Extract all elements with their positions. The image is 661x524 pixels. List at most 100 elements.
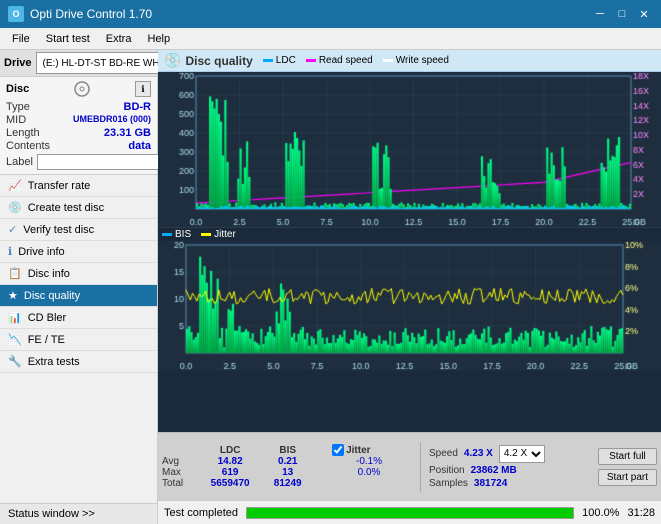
time-text: 31:28 <box>627 507 655 519</box>
max-ldc: 619 <box>197 467 263 478</box>
label-input[interactable] <box>37 154 171 170</box>
total-ldc: 5659470 <box>197 478 263 489</box>
maximize-button[interactable]: □ <box>613 5 631 23</box>
status-window-toggle[interactable]: Status window >> <box>0 503 157 524</box>
avg-ldc: 14.82 <box>197 456 263 467</box>
cd-bler-icon: 📊 <box>8 311 22 324</box>
status-window-label: Status window >> <box>8 508 95 520</box>
legend: LDC Read speed Write speed <box>263 55 449 66</box>
drive-info-label: Drive info <box>18 246 64 258</box>
total-label: Total <box>162 478 197 489</box>
start-part-button[interactable]: Start part <box>598 469 657 486</box>
quality-header: 💿 Disc quality LDC Read speed Write spee… <box>158 50 661 72</box>
speed-stat-value: 4.23 X <box>464 448 493 459</box>
sidebar-item-transfer-rate[interactable]: 📈 Transfer rate <box>0 175 157 197</box>
status-text: Test completed <box>164 507 238 519</box>
extra-tests-label: Extra tests <box>28 356 80 368</box>
sidebar-item-fe-te[interactable]: 📉 FE / TE <box>0 329 157 351</box>
sidebar-item-verify-test-disc[interactable]: ✓ Verify test disc <box>0 219 157 241</box>
disc-panel: Disc ℹ Type BD-R MID UMEBDR016 (000) Len… <box>0 77 157 175</box>
quality-disc-icon: 💿 <box>164 52 181 69</box>
progress-bar-fill <box>247 508 573 518</box>
main-layout: Drive (E:) HL-DT-ST BD-RE WH16NS48 1.D3 … <box>0 50 661 524</box>
charts-area: BIS Jitter <box>158 72 661 432</box>
max-label: Max <box>162 467 197 478</box>
mid-label: MID <box>6 114 26 126</box>
ldc-header: LDC <box>197 444 263 456</box>
sidebar-item-disc-quality[interactable]: ★ Disc quality <box>0 285 157 307</box>
close-button[interactable]: ✕ <box>635 5 653 23</box>
start-buttons: Start full Start part <box>598 448 657 486</box>
jitter-checkbox[interactable] <box>332 444 344 456</box>
minimize-button[interactable]: ─ <box>591 5 609 23</box>
menu-file[interactable]: File <box>4 31 38 47</box>
title-bar: O Opti Drive Control 1.70 ─ □ ✕ <box>0 0 661 28</box>
disc-info-label: Disc info <box>28 268 70 280</box>
bis-legend-dot <box>162 233 172 236</box>
write-speed-legend-label: Write speed <box>396 55 449 66</box>
speed-stat-dropdown[interactable]: 4.2 X <box>499 445 545 463</box>
cd-bler-label: CD Bler <box>28 312 67 324</box>
divider-1 <box>420 442 421 492</box>
disc-icon <box>66 81 98 97</box>
transfer-rate-icon: 📈 <box>8 179 22 192</box>
content-area: 💿 Disc quality LDC Read speed Write spee… <box>158 50 661 524</box>
disc-quality-icon: ★ <box>8 289 18 302</box>
length-label: Length <box>6 127 40 139</box>
write-speed-legend-dot <box>383 59 393 62</box>
sidebar-item-cd-bler[interactable]: 📊 CD Bler <box>0 307 157 329</box>
extra-tests-icon: 🔧 <box>8 355 22 368</box>
verify-test-disc-icon: ✓ <box>8 223 17 236</box>
read-speed-legend-dot <box>306 59 316 62</box>
disc-info-icon: 📋 <box>8 267 22 280</box>
max-bis: 13 <box>263 467 312 478</box>
app-title: Opti Drive Control 1.70 <box>30 7 152 21</box>
menu-help[interactable]: Help <box>139 31 178 47</box>
mid-value: UMEBDR016 (000) <box>73 114 151 126</box>
fe-te-label: FE / TE <box>28 334 65 346</box>
jitter-legend-label: Jitter <box>214 229 236 240</box>
disc-info-button[interactable]: ℹ <box>135 81 151 97</box>
read-speed-legend-label: Read speed <box>319 55 373 66</box>
contents-label: Contents <box>6 140 50 152</box>
menu-start-test[interactable]: Start test <box>38 31 98 47</box>
right-stats: Speed 4.23 X 4.2 X Position 23862 MB Sam… <box>429 445 545 489</box>
contents-value: data <box>128 140 151 152</box>
bottom-bar: Test completed 100.0% 31:28 <box>158 500 661 524</box>
position-stat-value: 23862 MB <box>471 465 517 476</box>
drive-info-icon: ℹ <box>8 245 12 258</box>
sidebar-item-extra-tests[interactable]: 🔧 Extra tests <box>0 351 157 373</box>
ldc-chart <box>158 72 661 227</box>
ldc-legend-dot <box>263 59 273 62</box>
disc-section-label: Disc <box>6 83 29 95</box>
sidebar-item-create-test-disc[interactable]: 💿 Create test disc <box>0 197 157 219</box>
sidebar-item-drive-info[interactable]: ℹ Drive info <box>0 241 157 263</box>
verify-test-disc-label: Verify test disc <box>23 224 94 236</box>
bis-legend: BIS Jitter <box>158 227 661 241</box>
transfer-rate-label: Transfer rate <box>28 180 91 192</box>
fe-te-icon: 📉 <box>8 333 22 346</box>
avg-jitter: -0.1% <box>326 456 412 467</box>
app-icon: O <box>8 6 24 22</box>
samples-stat-label: Samples <box>429 478 468 489</box>
sidebar-item-disc-info[interactable]: 📋 Disc info <box>0 263 157 285</box>
start-full-button[interactable]: Start full <box>598 448 657 465</box>
menu-extra[interactable]: Extra <box>98 31 140 47</box>
position-stat-label: Position <box>429 465 465 476</box>
sidebar: Drive (E:) HL-DT-ST BD-RE WH16NS48 1.D3 … <box>0 50 158 524</box>
bis-legend-label: BIS <box>175 229 191 240</box>
jitter-legend-dot <box>201 233 211 236</box>
stats-panel: LDC BIS Jitter Avg 14. <box>158 432 661 500</box>
total-bis: 81249 <box>263 478 312 489</box>
bis-header: BIS <box>263 444 312 456</box>
ldc-legend-label: LDC <box>276 55 296 66</box>
avg-bis: 0.21 <box>263 456 312 467</box>
type-value: BD-R <box>124 101 152 113</box>
length-value: 23.31 GB <box>104 127 151 139</box>
create-test-disc-icon: 💿 <box>8 201 22 214</box>
stats-table: LDC BIS Jitter Avg 14. <box>162 444 412 489</box>
label-label: Label <box>6 156 33 168</box>
type-label: Type <box>6 101 30 113</box>
avg-label: Avg <box>162 456 197 467</box>
samples-stat-value: 381724 <box>474 478 507 489</box>
